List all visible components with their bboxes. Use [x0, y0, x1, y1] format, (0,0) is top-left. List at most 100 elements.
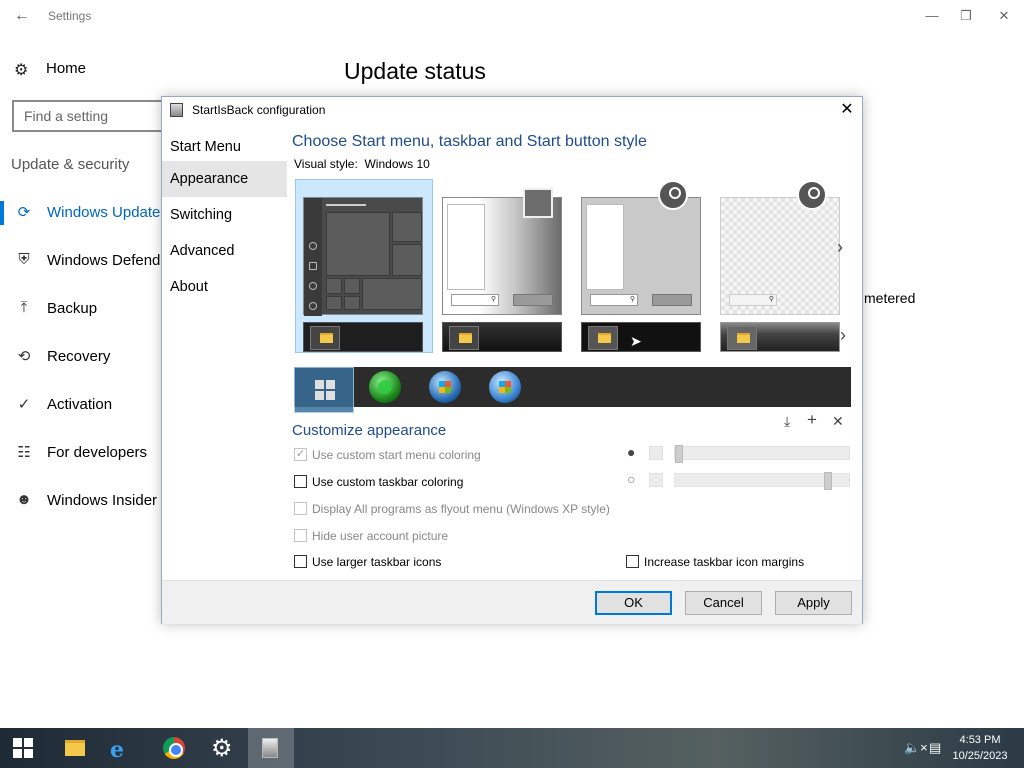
start-menu-style-plain[interactable]: ⚲ [581, 180, 701, 315]
taskbar-style-2[interactable] [442, 322, 562, 352]
section-label: Update & security [11, 156, 130, 173]
nav-recovery[interactable]: ⟲ Recovery [0, 345, 162, 369]
taskbar-style-3[interactable]: ➤ [581, 322, 701, 352]
start-menu-style-windows10[interactable] [303, 197, 423, 316]
next-start-menu-arrow-icon[interactable]: › [837, 237, 843, 258]
start-button-style-windows[interactable] [294, 367, 354, 413]
user-avatar-icon [797, 180, 827, 210]
minimize-icon[interactable]: — [922, 6, 942, 26]
search-icon: ⚲ [451, 294, 499, 306]
power-icon [513, 294, 553, 306]
home-label: Home [46, 60, 87, 77]
nav-label: Windows Update [47, 204, 161, 221]
start-button-style-win8-orb[interactable] [489, 371, 521, 403]
tab-appearance[interactable]: Appearance [162, 161, 287, 197]
clock-time: 4:53 PM [959, 734, 1001, 746]
remove-icon[interactable]: ✕ [832, 413, 844, 430]
cancel-button[interactable]: Cancel [685, 591, 762, 615]
start-menu-color-swatch[interactable] [649, 446, 663, 460]
clock[interactable]: 4:53 PM 10/25/2023 [946, 732, 1014, 764]
back-arrow-icon[interactable]: ← [14, 7, 34, 25]
history-icon: ⟲ [17, 348, 31, 365]
folder-icon [65, 740, 85, 756]
start-button[interactable] [0, 728, 46, 768]
taskbar-button [449, 326, 479, 350]
tab-start-menu[interactable]: Start Menu [162, 129, 287, 165]
visual-style-value: Windows 10 [364, 157, 430, 171]
checkbox-label: Use custom start menu coloring [312, 448, 481, 462]
nav-label: Backup [47, 300, 98, 317]
settings-titlebar: ← Settings — ❐ ✕ [0, 0, 1024, 32]
folder-icon [737, 333, 750, 343]
apply-button[interactable]: Apply [775, 591, 852, 615]
taskbar-style-1[interactable] [303, 322, 423, 352]
preview-title-line [326, 204, 366, 206]
slider-thumb[interactable] [675, 445, 683, 463]
taskbar-style-4[interactable] [720, 322, 840, 352]
windows-logo-icon [13, 738, 33, 758]
find-setting-input[interactable]: Find a setting [12, 100, 172, 132]
start-button-style-clover-orb[interactable] [369, 371, 401, 403]
ok-button[interactable]: OK [595, 591, 672, 615]
next-taskbar-arrow-icon[interactable]: › [840, 325, 846, 346]
download-icon[interactable]: ⤓ [784, 413, 790, 430]
checkmark-circle-icon: ✓ [17, 396, 31, 413]
restore-icon[interactable]: ❐ [956, 6, 976, 26]
start-menu-color-slider[interactable] [674, 445, 850, 463]
taskbar-color-swatch[interactable] [649, 473, 663, 487]
power-icon [309, 302, 317, 310]
close-icon[interactable]: ✕ [994, 6, 1014, 26]
taskbar-chrome[interactable] [151, 728, 197, 768]
preview-panel [447, 204, 485, 290]
dialog-footer: OK Cancel Apply [162, 580, 862, 624]
network-icon[interactable]: ▤ [929, 740, 941, 756]
speaker-muted-icon[interactable]: 🔈× [904, 740, 928, 756]
nav-label: Recovery [47, 348, 111, 365]
preview-tiles [326, 208, 422, 312]
selection-bar [0, 201, 4, 225]
drop-outline-icon: ○ [627, 471, 636, 487]
style-heading: Choose Start menu, taskbar and Start but… [292, 133, 647, 150]
slider-thumb[interactable] [824, 472, 832, 490]
taskbar-startisback[interactable] [248, 728, 294, 768]
taskbar-internet-explorer[interactable]: e [98, 728, 144, 768]
internet-explorer-icon: e [110, 737, 124, 763]
nav-windows-defender[interactable]: ⛨ Windows Defender [0, 249, 173, 273]
nav-label: Windows Defender [47, 252, 174, 269]
taskbar-transparency-slider[interactable] [674, 472, 850, 490]
nav-windows-insider[interactable]: ☻ Windows Insider Program [0, 489, 219, 513]
startisback-app-icon [262, 738, 278, 758]
start-button-style-win7-orb[interactable] [429, 371, 461, 403]
checkbox-label: Use larger taskbar icons [312, 555, 442, 569]
tab-advanced[interactable]: Advanced [162, 233, 287, 269]
tab-about[interactable]: About [162, 269, 287, 305]
taskbar-settings[interactable]: ⚙ [199, 728, 245, 768]
nav-backup[interactable]: ⤒ Backup [0, 297, 162, 321]
search-icon: ⚲ [729, 294, 777, 306]
visual-style-label: Visual style: [294, 157, 358, 171]
user-icon [309, 242, 317, 250]
add-icon[interactable]: + [807, 410, 817, 430]
visual-style-line: Visual style: Windows 10 [294, 157, 430, 171]
checkbox-box [294, 475, 307, 488]
close-icon[interactable]: ✕ [836, 99, 858, 121]
start-menu-style-transparent[interactable]: ⚲ [720, 180, 840, 315]
folder-icon [598, 333, 611, 343]
customize-heading: Customize appearance [292, 422, 447, 439]
start-button-styles [294, 367, 851, 413]
nav-label: For developers [47, 444, 148, 461]
taskbar-file-explorer[interactable] [52, 728, 98, 768]
start-menu-style-windows7[interactable]: ⚲ [442, 188, 562, 315]
tab-switching[interactable]: Switching [162, 197, 287, 233]
nav-activation[interactable]: ✓ Activation [0, 393, 162, 417]
user-picture-icon [523, 188, 553, 218]
nav-for-developers[interactable]: ☷ For developers [0, 441, 162, 465]
taskbar-button [588, 326, 618, 350]
nav-windows-update[interactable]: ⟳ Windows Update [0, 201, 162, 225]
checkbox-label: Increase taskbar icon margins [644, 555, 805, 569]
startisback-app-icon [170, 103, 183, 117]
checkbox-label: Hide user account picture [312, 529, 449, 543]
refresh-icon: ⟳ [17, 204, 31, 221]
startisback-dialog: StartIsBack configuration ✕ Start Menu A… [161, 96, 863, 624]
clock-date: 10/25/2023 [952, 750, 1008, 762]
